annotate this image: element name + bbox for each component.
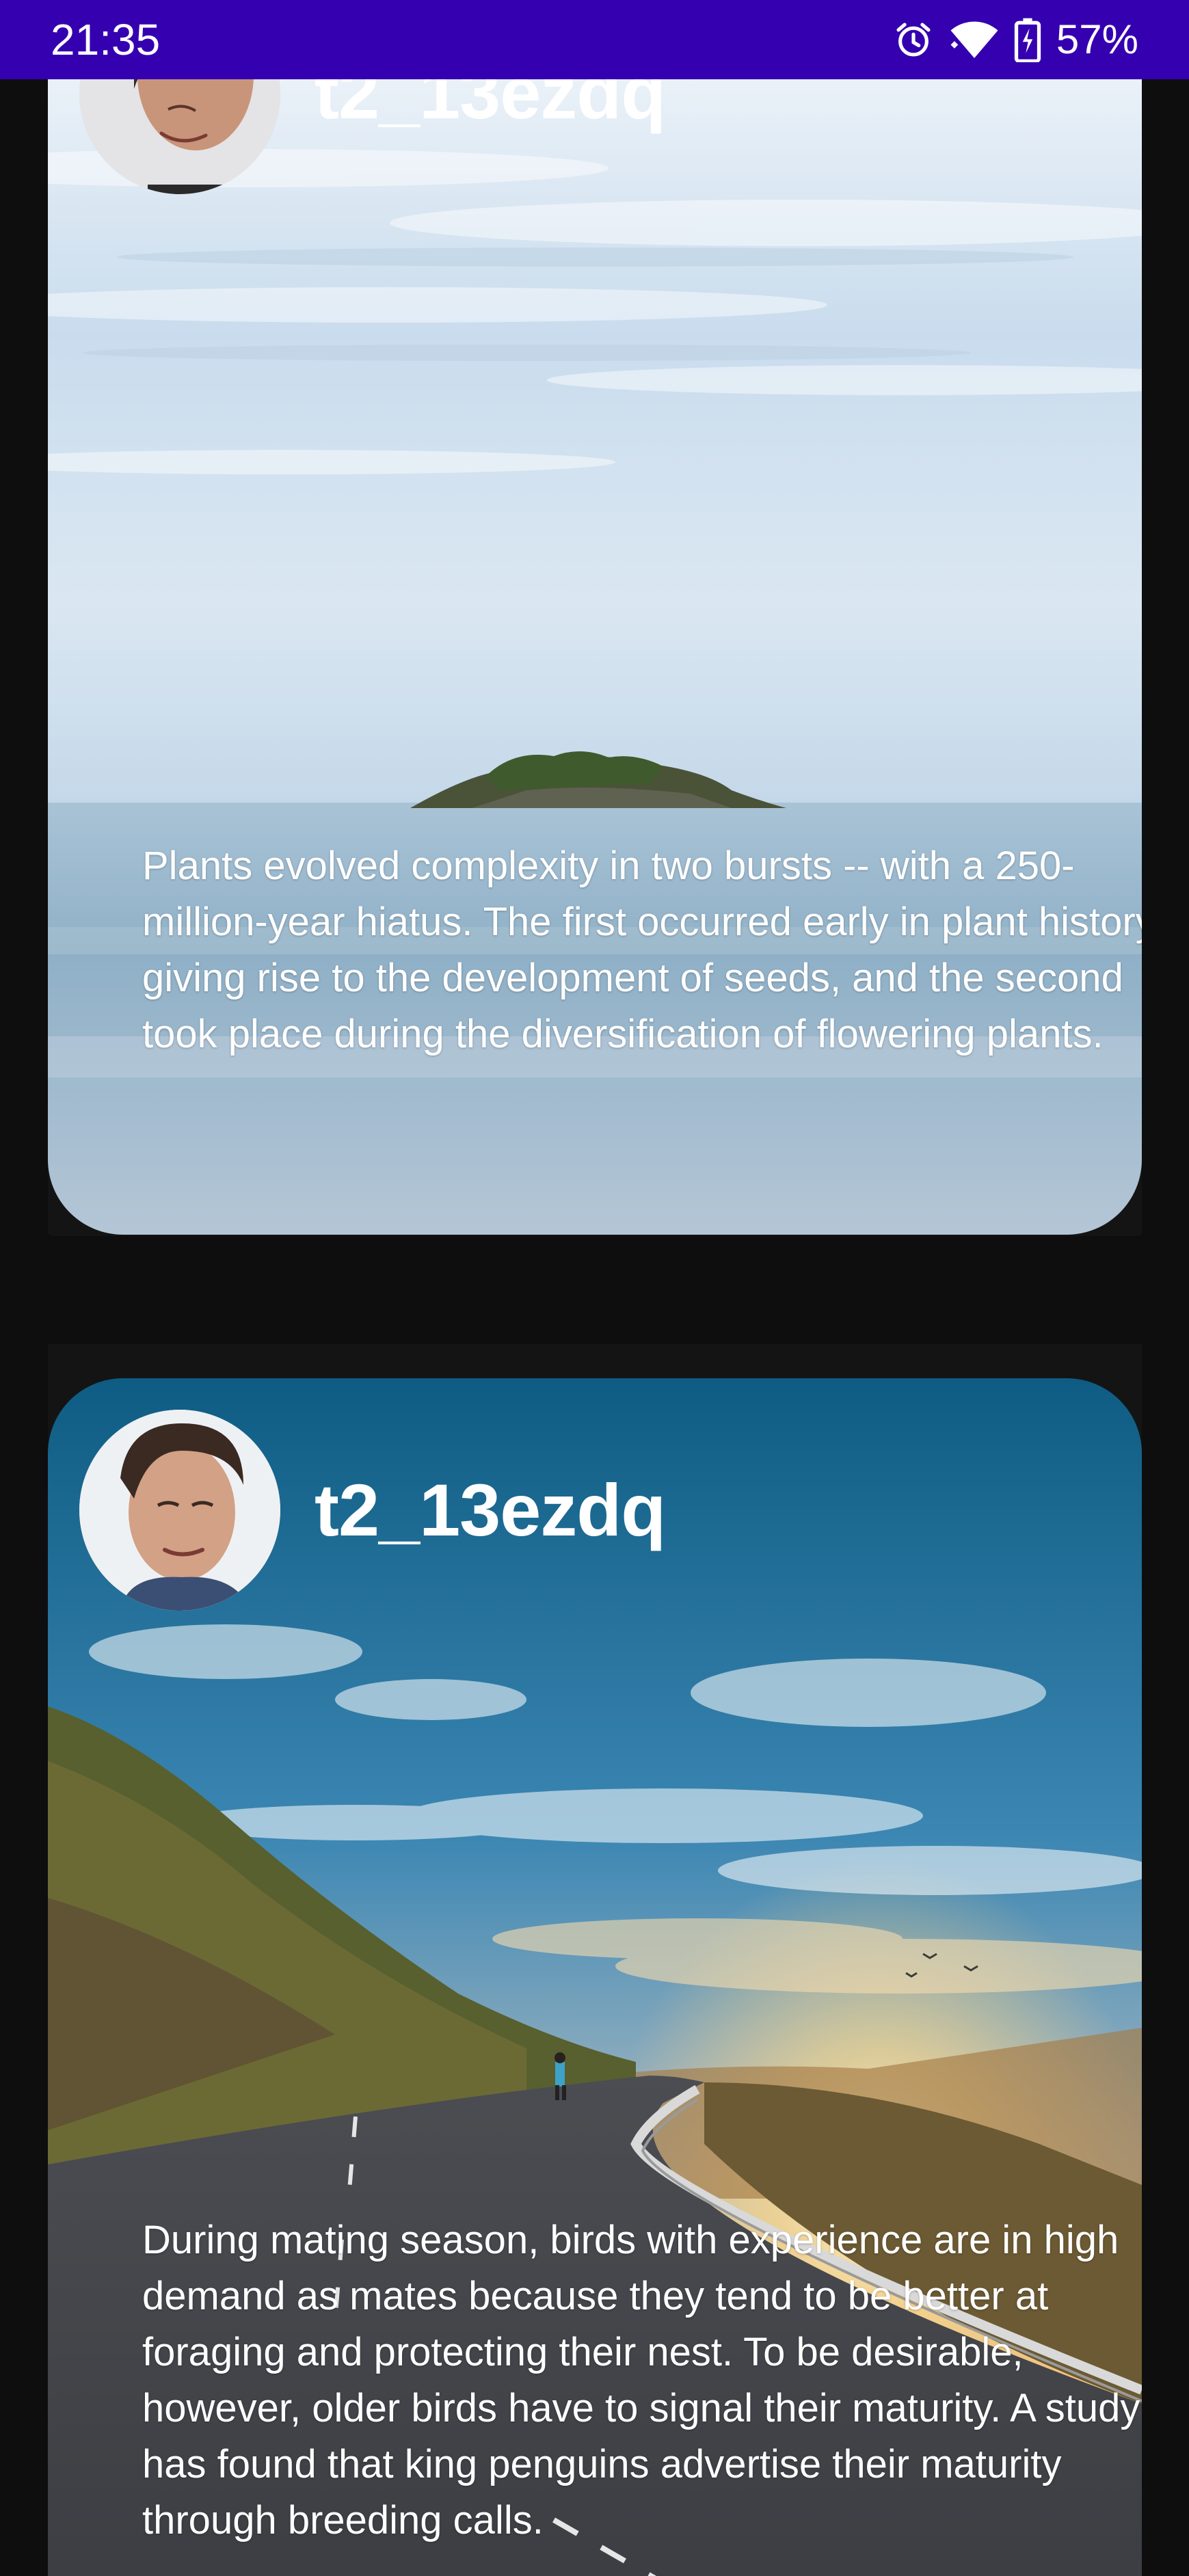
post-card[interactable]: t2_13ezdq Plants evolved complexity in t… <box>48 79 1142 1236</box>
post-username[interactable]: t2_13ezdq <box>315 1469 666 1551</box>
status-time: 21:35 <box>51 15 161 64</box>
app-screen: 21:35 57% t2_13ezdq Plants evolved compl… <box>0 0 1189 2576</box>
battery-percentage: 57% <box>1056 16 1138 62</box>
post-card[interactable]: t2_13ezdq During mating season, birds wi… <box>48 1344 1142 2576</box>
post-username[interactable]: t2_13ezdq <box>315 79 666 134</box>
post-text: Plants evolved complexity in two bursts … <box>142 844 1142 1056</box>
alarm-icon <box>892 18 935 61</box>
wifi-icon <box>950 18 999 61</box>
avatar[interactable] <box>79 1410 280 1611</box>
post-text: During mating season, birds with experie… <box>142 2218 1140 2543</box>
status-bar: 21:35 57% <box>0 0 1189 79</box>
battery-charging-icon <box>1014 17 1041 62</box>
status-icons: 57% <box>892 12 1138 67</box>
